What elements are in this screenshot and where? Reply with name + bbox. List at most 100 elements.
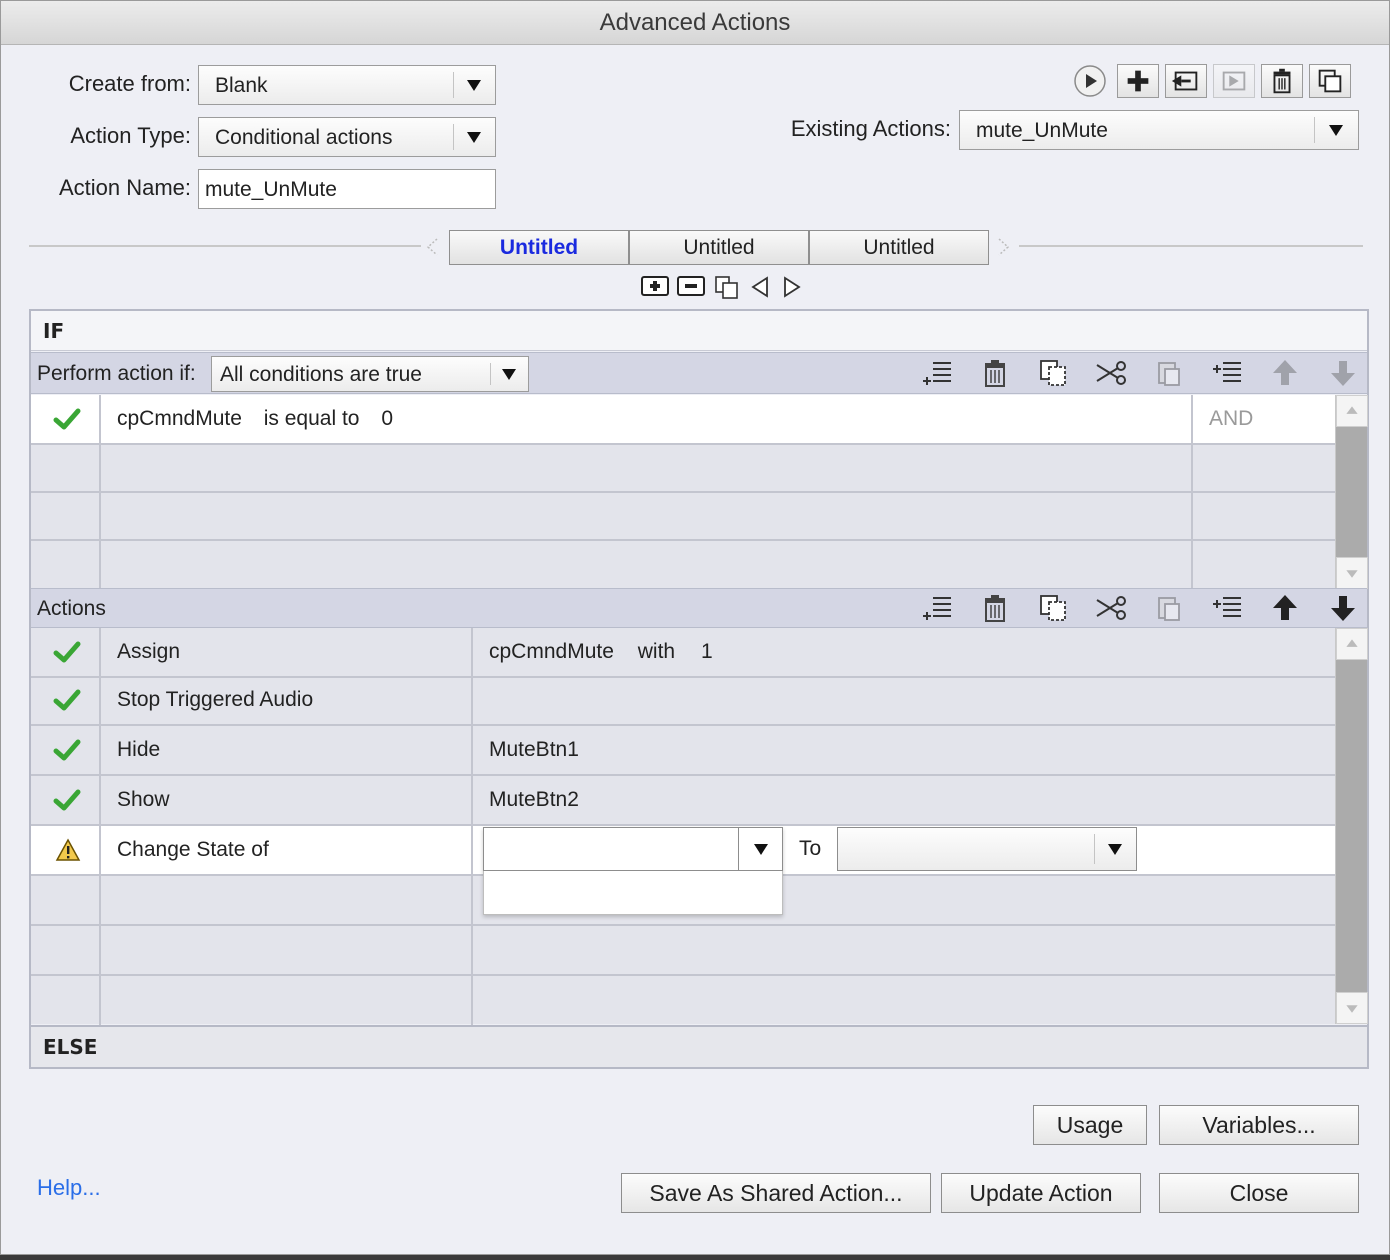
help-link[interactable]: Help... [37,1175,101,1201]
move-action-up-button[interactable] [1267,590,1303,626]
insert-below-button[interactable] [1209,355,1245,391]
condition-row[interactable] [31,539,1335,589]
copy-action-row-button[interactable] [1035,590,1071,626]
chevron-down-icon [467,132,481,143]
trash-icon [1273,68,1291,94]
action-params[interactable]: MuteBtn1 [473,726,1335,774]
perform-condition-dropdown[interactable]: All conditions are true [211,356,529,392]
conditions-scrollbar[interactable] [1335,395,1368,589]
paste-row-button[interactable] [1151,355,1187,391]
status-cell [31,395,101,443]
if-header: IF [31,311,1367,351]
export-action-button[interactable] [1213,64,1255,98]
action-params[interactable]: MuteBtn2 [473,776,1335,824]
action-name[interactable]: Hide [101,726,473,774]
create-from-label: Create from: [68,71,191,96]
scroll-up-button[interactable] [1336,395,1368,427]
move-up-button[interactable] [1267,355,1303,391]
delete-row-button[interactable] [977,355,1013,391]
copy-decision-button[interactable] [713,274,741,300]
action-row[interactable]: Show MuteBtn2 [31,776,1335,826]
state-object-dropdown[interactable] [483,827,783,871]
action-target: cpCmndMute [489,640,614,663]
warning-icon [55,838,81,861]
delete-action-button[interactable] [1261,64,1303,98]
action-name-field[interactable]: mute_UnMute [198,169,496,209]
chevron-up-icon [1346,639,1358,647]
action-name[interactable]: Show [101,776,473,824]
existing-actions-dropdown[interactable]: mute_UnMute [959,110,1359,150]
actions-grid: Assign cpCmndMute with 1 Stop Triggered … [31,628,1335,1026]
condition-join[interactable]: AND [1193,395,1335,443]
import-action-button[interactable] [1165,64,1207,98]
tab-untitled-1[interactable]: Untitled [449,230,629,265]
scroll-up-button[interactable] [1336,628,1368,660]
cut-action-row-button[interactable] [1093,590,1129,626]
action-row[interactable]: Assign cpCmndMute with 1 [31,628,1335,678]
move-down-button[interactable] [1325,355,1361,391]
tab-scroll-right-icon[interactable] [993,235,1013,259]
action-row[interactable]: Stop Triggered Audio [31,676,1335,726]
variables-button[interactable]: Variables... [1159,1105,1359,1145]
add-decision-button[interactable] [641,275,669,297]
paste-icon [1158,362,1180,386]
scissors-icon [1096,361,1126,385]
else-label: ELSE [43,1035,98,1059]
condition-row[interactable] [31,443,1335,493]
insert-action-button[interactable] [919,590,955,626]
copy-icon [715,276,738,299]
usage-button[interactable]: Usage [1033,1105,1147,1145]
insert-row-button[interactable] [919,355,955,391]
move-action-down-button[interactable] [1325,590,1361,626]
delete-action-row-button[interactable] [977,590,1013,626]
remove-decision-button[interactable] [677,275,705,297]
insert-action-below-button[interactable] [1209,590,1245,626]
tab-scroll-left-icon[interactable] [423,235,443,259]
cut-row-button[interactable] [1093,355,1129,391]
action-type-dropdown[interactable]: Conditional actions [198,117,496,157]
trash-icon [985,360,1005,387]
scroll-down-button[interactable] [1336,992,1368,1024]
conditions-grid: cpCmndMute is equal to 0 AND [31,395,1335,589]
minus-box-icon [677,276,705,296]
scroll-down-button[interactable] [1336,557,1368,589]
checkmark-icon [53,739,81,761]
action-row[interactable]: Hide MuteBtn1 [31,726,1335,776]
chevron-down-icon [502,369,516,380]
action-with: with [637,640,676,663]
action-params[interactable]: cpCmndMute with 1 [473,628,1335,676]
preview-play-button[interactable] [1073,64,1107,98]
action-row[interactable] [31,976,1335,1026]
action-name[interactable]: Stop Triggered Audio [101,676,473,724]
close-button[interactable]: Close [1159,1173,1359,1213]
move-decision-right-button[interactable] [781,275,803,299]
save-shared-action-button[interactable]: Save As Shared Action... [621,1173,931,1213]
duplicate-action-button[interactable] [1309,64,1351,98]
condition-row[interactable] [31,491,1335,541]
action-name[interactable]: Assign [101,628,473,676]
tab-untitled-2[interactable]: Untitled [629,230,809,265]
checkmark-icon [53,689,81,711]
move-decision-left-button[interactable] [749,275,771,299]
action-row[interactable] [31,926,1335,976]
action-name[interactable]: Change State of [101,826,473,874]
chevron-down-icon [1346,570,1358,578]
copy-row-button[interactable] [1035,355,1071,391]
chevron-down-icon [1108,844,1122,855]
chevron-down-icon [467,80,481,91]
action-params[interactable] [473,676,1335,724]
create-from-value: Blank [215,74,268,97]
create-from-dropdown[interactable]: Blank [198,65,496,105]
status-cell [31,676,101,724]
tab-untitled-3[interactable]: Untitled [809,230,989,265]
actions-scrollbar[interactable] [1335,628,1368,1024]
insert-below-icon [1213,362,1241,382]
condition-row[interactable]: cpCmndMute is equal to 0 AND [31,395,1335,445]
paste-action-row-button[interactable] [1151,590,1187,626]
new-action-button[interactable] [1117,64,1159,98]
state-dropdown[interactable] [837,827,1137,871]
else-header[interactable]: ELSE [31,1025,1367,1067]
condition-expression[interactable]: cpCmndMute is equal to 0 [101,395,1193,443]
update-action-button[interactable]: Update Action [941,1173,1141,1213]
chevron-down-icon [1346,1005,1358,1013]
